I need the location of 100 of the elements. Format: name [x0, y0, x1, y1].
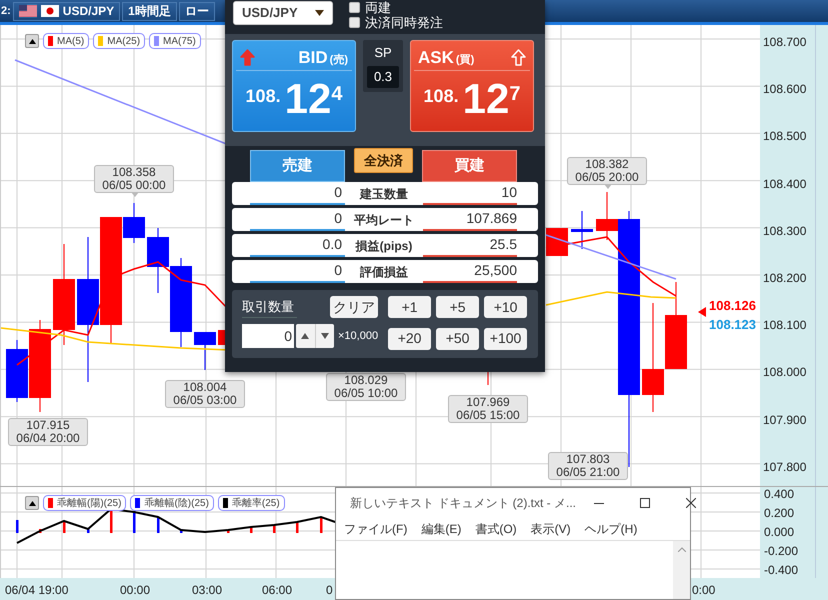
axis-label: 107.900 [763, 412, 806, 429]
scrollbar[interactable] [673, 541, 690, 599]
callout-time: 06/05 15:00 [456, 409, 520, 422]
chevron-up-icon [678, 547, 686, 552]
callout-price: 108.004 [183, 381, 227, 394]
callout-time: 06/05 21:00 [556, 466, 620, 479]
arrow-up-icon [511, 49, 526, 66]
legend-tag[interactable]: MA(25) [93, 33, 146, 49]
axis-label: 108.400 [763, 176, 806, 193]
price-label: ASK [418, 46, 454, 69]
increment-button[interactable]: +50 [436, 328, 480, 350]
price-pip: 7 [509, 82, 520, 107]
time-label: 06:00 [262, 582, 292, 599]
checkbox[interactable] [349, 17, 360, 28]
divergence-bar [180, 529, 182, 533]
axis-label: 108.500 [763, 128, 806, 146]
legend-label: MA(5) [57, 34, 84, 48]
price-main: 12 [284, 75, 332, 123]
checkbox[interactable] [349, 2, 360, 13]
checkbox-label: 両建 [365, 0, 391, 16]
divergence-bar [39, 529, 42, 533]
increment-button[interactable]: +10 [484, 296, 528, 318]
legend-label: 乖離幅(陽)(25) [57, 496, 122, 510]
collapse-button[interactable] [25, 496, 39, 510]
triangle-up-icon [28, 500, 36, 506]
header-tab[interactable]: 1時間足 [122, 2, 177, 20]
divergence-bar [110, 509, 112, 533]
maximize-icon [640, 498, 650, 508]
menu-item[interactable]: ヘルプ(H) [584, 520, 638, 538]
buy-value: 107.869 [423, 208, 517, 231]
candlestick [571, 210, 593, 250]
menu-item[interactable]: 編集(E) [421, 520, 462, 538]
unit-label: ×10,000 [338, 328, 378, 344]
sell-value: 0 [250, 182, 345, 205]
price-prefix: 108. [246, 85, 281, 108]
candlestick [194, 332, 216, 370]
axis-label: 108.600 [763, 81, 806, 98]
symbol-dropdown[interactable]: USD/JPY [233, 1, 333, 25]
legend-tag[interactable]: 乖離幅(陽)(25) [43, 495, 126, 511]
spread-value: 0.3 [367, 66, 399, 88]
close-all-button[interactable]: 全決済 [354, 148, 413, 173]
callout-time: 06/05 00:00 [102, 179, 166, 192]
menu-item[interactable]: 書式(O) [475, 520, 517, 538]
callout-price: 107.803 [566, 453, 610, 466]
buy-value: 25.5 [423, 234, 517, 257]
quantity-input[interactable]: 0 [242, 324, 294, 348]
spread-label: SP [374, 44, 392, 62]
increment-button[interactable]: +100 [484, 328, 528, 350]
divergence-bar [296, 522, 298, 533]
scrollbar[interactable] [815, 25, 828, 486]
axis-label: 0.400 [764, 486, 794, 503]
row-label: 損益(pips) [354, 238, 414, 254]
flag-icon [18, 5, 37, 17]
time-label: 03:00 [192, 582, 222, 599]
price-label-suffix: (買) [456, 52, 474, 68]
legend-tag[interactable]: MA(75) [149, 33, 201, 49]
menu-item[interactable]: ファイル(F) [344, 520, 408, 538]
axis-label: 108.200 [763, 270, 806, 287]
price-label: BID [298, 46, 328, 69]
axis-label: -0.200 [764, 543, 798, 560]
row-label: 評価損益 [358, 264, 409, 280]
increment-button[interactable]: +20 [388, 328, 432, 350]
axis-label: 108.100 [763, 317, 806, 334]
collapse-button[interactable] [25, 34, 39, 48]
legend-label: 乖離率(25) [232, 496, 280, 510]
axis-label: -0.400 [764, 562, 798, 579]
axis-label: 108.300 [763, 222, 806, 240]
axis-label: 108.000 [763, 364, 806, 382]
axis-label: 107.800 [763, 458, 806, 476]
minimize-icon [594, 502, 604, 504]
divergence-bar [87, 528, 90, 533]
buy-button[interactable]: 買建 [422, 150, 517, 182]
sell-value: 0 [250, 208, 345, 231]
close-icon [686, 498, 696, 508]
menu-item[interactable]: 表示(V) [530, 520, 571, 538]
legend-tag[interactable]: 乖離幅(陰)(25) [130, 495, 214, 511]
divergence-bar [273, 525, 276, 533]
stepper[interactable] [296, 324, 334, 348]
increment-button[interactable]: +1 [388, 296, 432, 318]
clear-button[interactable]: クリア [330, 296, 378, 318]
increment-button[interactable]: +5 [436, 296, 480, 318]
arrow-up-icon [240, 49, 255, 66]
legend-label: MA(75) [163, 34, 196, 48]
candlestick [147, 228, 169, 294]
time-label: 06/04 19:00 [5, 582, 68, 599]
legend-tag[interactable]: 乖離率(25) [218, 495, 285, 511]
callout-price: 108.029 [344, 374, 388, 387]
scrollbar[interactable] [815, 487, 828, 578]
divergence-bar [133, 511, 136, 533]
divergence-bar [63, 521, 66, 533]
header-tab[interactable]: USD/JPY [12, 2, 120, 20]
divergence-bar [227, 530, 230, 533]
header-tab[interactable]: ロー [178, 2, 215, 20]
callout-price: 108.382 [585, 158, 629, 171]
axis-label: 108.700 [763, 34, 806, 51]
legend-tag[interactable]: MA(5) [43, 33, 90, 49]
divergence-bar [250, 527, 252, 533]
buy-value: 25,500 [423, 260, 517, 283]
legend-label: MA(25) [107, 34, 140, 48]
callout-price: 107.915 [26, 419, 70, 432]
